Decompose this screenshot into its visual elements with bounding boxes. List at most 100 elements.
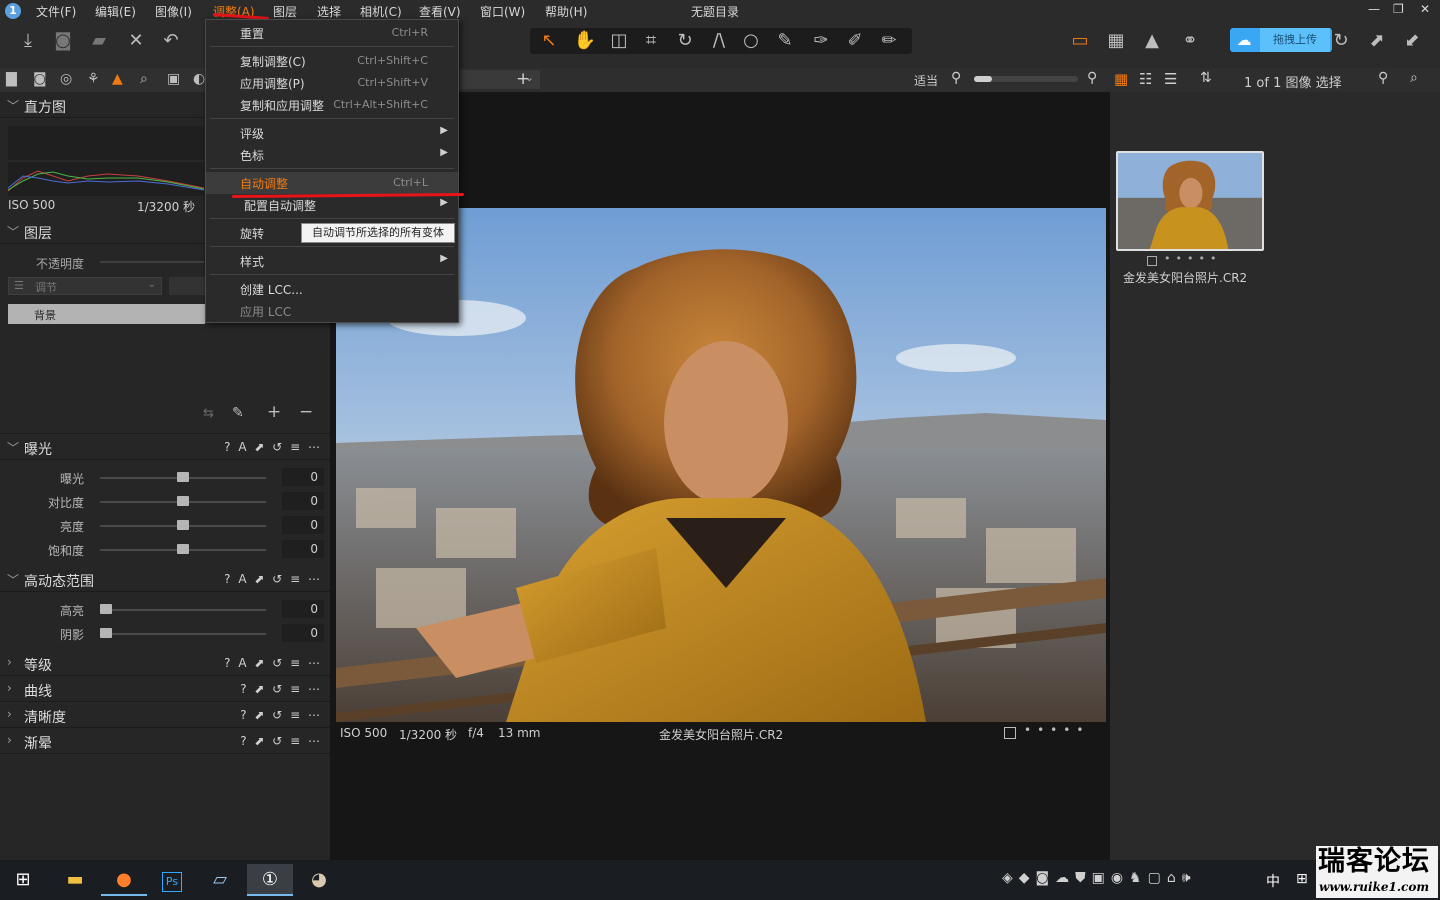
app-avatar-icon[interactable]: ◕ [296, 864, 342, 896]
list-view-icon[interactable]: ☷ [1139, 70, 1152, 88]
adjustments-tab-icon[interactable]: ▣ [167, 71, 180, 87]
hdr-header[interactable]: ﹀ 高动态范围 ? A ⬈ ↺ ≡ ⋯ [0, 568, 330, 592]
menu-item-create-lcc[interactable]: 创建 LCC... [206, 278, 458, 300]
slider-knob[interactable] [177, 544, 189, 554]
explorer-icon[interactable]: ▬ [52, 864, 98, 896]
warning-icon[interactable]: ▲ [1139, 29, 1165, 53]
sort-icon[interactable]: ⇅ [1200, 70, 1212, 86]
import-icon[interactable]: ⤓ [15, 29, 41, 53]
undo-icon[interactable]: ↶ [158, 29, 184, 53]
refresh-icon[interactable]: ↻ [1328, 29, 1354, 53]
slider-knob[interactable] [100, 628, 112, 638]
annotate-icon[interactable]: ✐ [842, 29, 868, 53]
vignette-header[interactable]: › 渐晕 ? ⬈ ↺ ≡ ⋯ [0, 730, 330, 754]
slider-value-field[interactable]: 0 [282, 540, 324, 558]
exposure-header[interactable]: ﹀ 曝光 ? A ⬈ ↺ ≡ ⋯ [0, 436, 330, 460]
slider-track[interactable] [100, 633, 266, 635]
firefox-icon[interactable]: ● [101, 864, 147, 896]
menu-select[interactable]: 选择 [317, 3, 341, 20]
camera-icon[interactable]: ◙ [50, 29, 76, 53]
remove-layer-icon[interactable]: − [299, 402, 313, 422]
fit-label[interactable]: 适当 [914, 72, 938, 89]
menu-item-styles[interactable]: 样式 ▶ [206, 250, 458, 272]
upload-button[interactable]: ☁ 拖拽上传 [1230, 28, 1332, 52]
keystone-icon[interactable]: /\ [706, 29, 732, 53]
menu-layers[interactable]: 图层 [273, 3, 297, 20]
slider-knob[interactable] [100, 604, 112, 614]
slider-knob[interactable] [177, 520, 189, 530]
section-tools[interactable]: ? A ⬈ ↺ ≡ ⋯ [224, 656, 322, 670]
proof-glasses-icon[interactable]: ⚭ [1175, 29, 1205, 53]
start-icon[interactable]: ⊞ [0, 864, 46, 896]
add-variant-icon[interactable]: + [516, 69, 530, 89]
export-icon[interactable]: ⬈ [1364, 29, 1390, 53]
menu-edit[interactable]: 编辑(E) [95, 3, 136, 20]
brush-layer-icon[interactable]: ✎ [232, 405, 244, 421]
menu-item-rating[interactable]: 评级 ▶ [206, 122, 458, 144]
menu-item-reset[interactable]: 重置 Ctrl+R [206, 22, 458, 44]
menu-item-auto-adjust[interactable]: 自动调整 Ctrl+L [206, 172, 458, 194]
zoom-knob[interactable] [974, 76, 992, 82]
slider-value-field[interactable]: 0 [282, 600, 324, 618]
slider-value-field[interactable]: 0 [282, 516, 324, 534]
eraser-icon[interactable]: ✏ [876, 29, 902, 53]
layer-adjust-select[interactable]: ☰ 调节 ⌄ [8, 277, 162, 295]
spot-icon[interactable]: ○ [738, 29, 764, 53]
slider-value-field[interactable]: 0 [282, 492, 324, 510]
thumbnail[interactable] [1116, 151, 1264, 251]
menu-image[interactable]: 图像(I) [155, 3, 192, 20]
clarity-header[interactable]: › 清晰度 ? ⬈ ↺ ≡ ⋯ [0, 704, 330, 728]
menu-window[interactable]: 窗口(W) [480, 3, 525, 20]
menu-item-copy-apply[interactable]: 复制和应用调整 Ctrl+Alt+Shift+C [206, 94, 458, 116]
thumb-checkbox[interactable] [1147, 256, 1157, 266]
menu-help[interactable]: 帮助(H) [545, 3, 587, 20]
slider-value-field[interactable]: 0 [282, 624, 324, 642]
zoom-browser-icon[interactable]: ⚲ [1378, 70, 1388, 86]
notepad-icon[interactable]: ▱ [197, 864, 243, 896]
close-window-icon[interactable]: ✕ [1420, 2, 1430, 16]
section-tools[interactable]: ? ⬈ ↺ ≡ ⋯ [240, 708, 322, 722]
exposure-tab-icon[interactable]: ▲ [112, 71, 123, 87]
library-tab-icon[interactable]: ▇ [6, 71, 17, 87]
picker-icon[interactable]: ✑ [808, 29, 834, 53]
lens-tab-icon[interactable]: ◎ [60, 71, 72, 87]
layer-row-background[interactable]: 背景 [8, 304, 205, 324]
section-tools[interactable]: ? A ⬈ ↺ ≡ ⋯ [224, 572, 322, 586]
capture-one-taskbar-icon[interactable]: ① [247, 864, 293, 896]
grid-view-icon[interactable]: ▦ [1114, 70, 1128, 88]
layer-extra-select[interactable] [169, 277, 205, 295]
menu-file[interactable]: 文件(F) [36, 3, 76, 20]
edit-mode-icon[interactable]: ▭ [1067, 29, 1093, 53]
menu-view[interactable]: 查看(V) [419, 3, 461, 20]
zoom-in-icon[interactable]: ⚲ [1087, 70, 1097, 86]
filmstrip-view-icon[interactable]: ☰ [1164, 70, 1177, 88]
metadata-tab-icon[interactable]: ◐ [193, 71, 205, 87]
search-icon[interactable]: ⌕ [1410, 70, 1418, 86]
thumb-rating-dots[interactable]: ••••• [1164, 252, 1221, 265]
slider-knob[interactable] [177, 472, 189, 482]
menu-item-apply-adjust[interactable]: 应用调整(P) Ctrl+Shift+V [206, 72, 458, 94]
rating-dots[interactable]: ••••• [1024, 723, 1089, 737]
color-tab-icon[interactable]: ⚘ [87, 71, 100, 87]
ime-mode-icon[interactable]: ⊞ [1296, 871, 1308, 887]
process-icon[interactable]: ⬋ [1399, 29, 1425, 53]
ime-indicator[interactable]: 中 [1266, 871, 1280, 891]
brush-icon[interactable]: ✎ [772, 29, 798, 53]
maximize-icon[interactable]: ❐ [1393, 2, 1404, 16]
rotate-icon[interactable]: ↻ [672, 29, 698, 53]
move-folder-icon[interactable]: ▰ [86, 29, 112, 53]
delete-icon[interactable]: ✕ [123, 29, 149, 53]
slider-track[interactable] [100, 609, 266, 611]
slider-value-field[interactable]: 0 [282, 468, 324, 486]
capture-tab-icon[interactable]: ◙ [33, 71, 47, 87]
slider-knob[interactable] [177, 496, 189, 506]
levels-header[interactable]: › 等级 ? A ⬈ ↺ ≡ ⋯ [0, 652, 330, 676]
add-layer-icon[interactable]: + [267, 402, 281, 422]
section-tools[interactable]: ? ⬈ ↺ ≡ ⋯ [240, 682, 322, 696]
opacity-slider[interactable] [100, 261, 204, 263]
section-tools[interactable]: ? A ⬈ ↺ ≡ ⋯ [224, 440, 322, 454]
menu-item-color-tag[interactable]: 色标 ▶ [206, 144, 458, 166]
app-logo-icon[interactable]: 1 [5, 3, 21, 19]
photoshop-icon[interactable]: Ps [149, 864, 195, 896]
zoom-out-icon[interactable]: ⚲ [951, 70, 961, 86]
